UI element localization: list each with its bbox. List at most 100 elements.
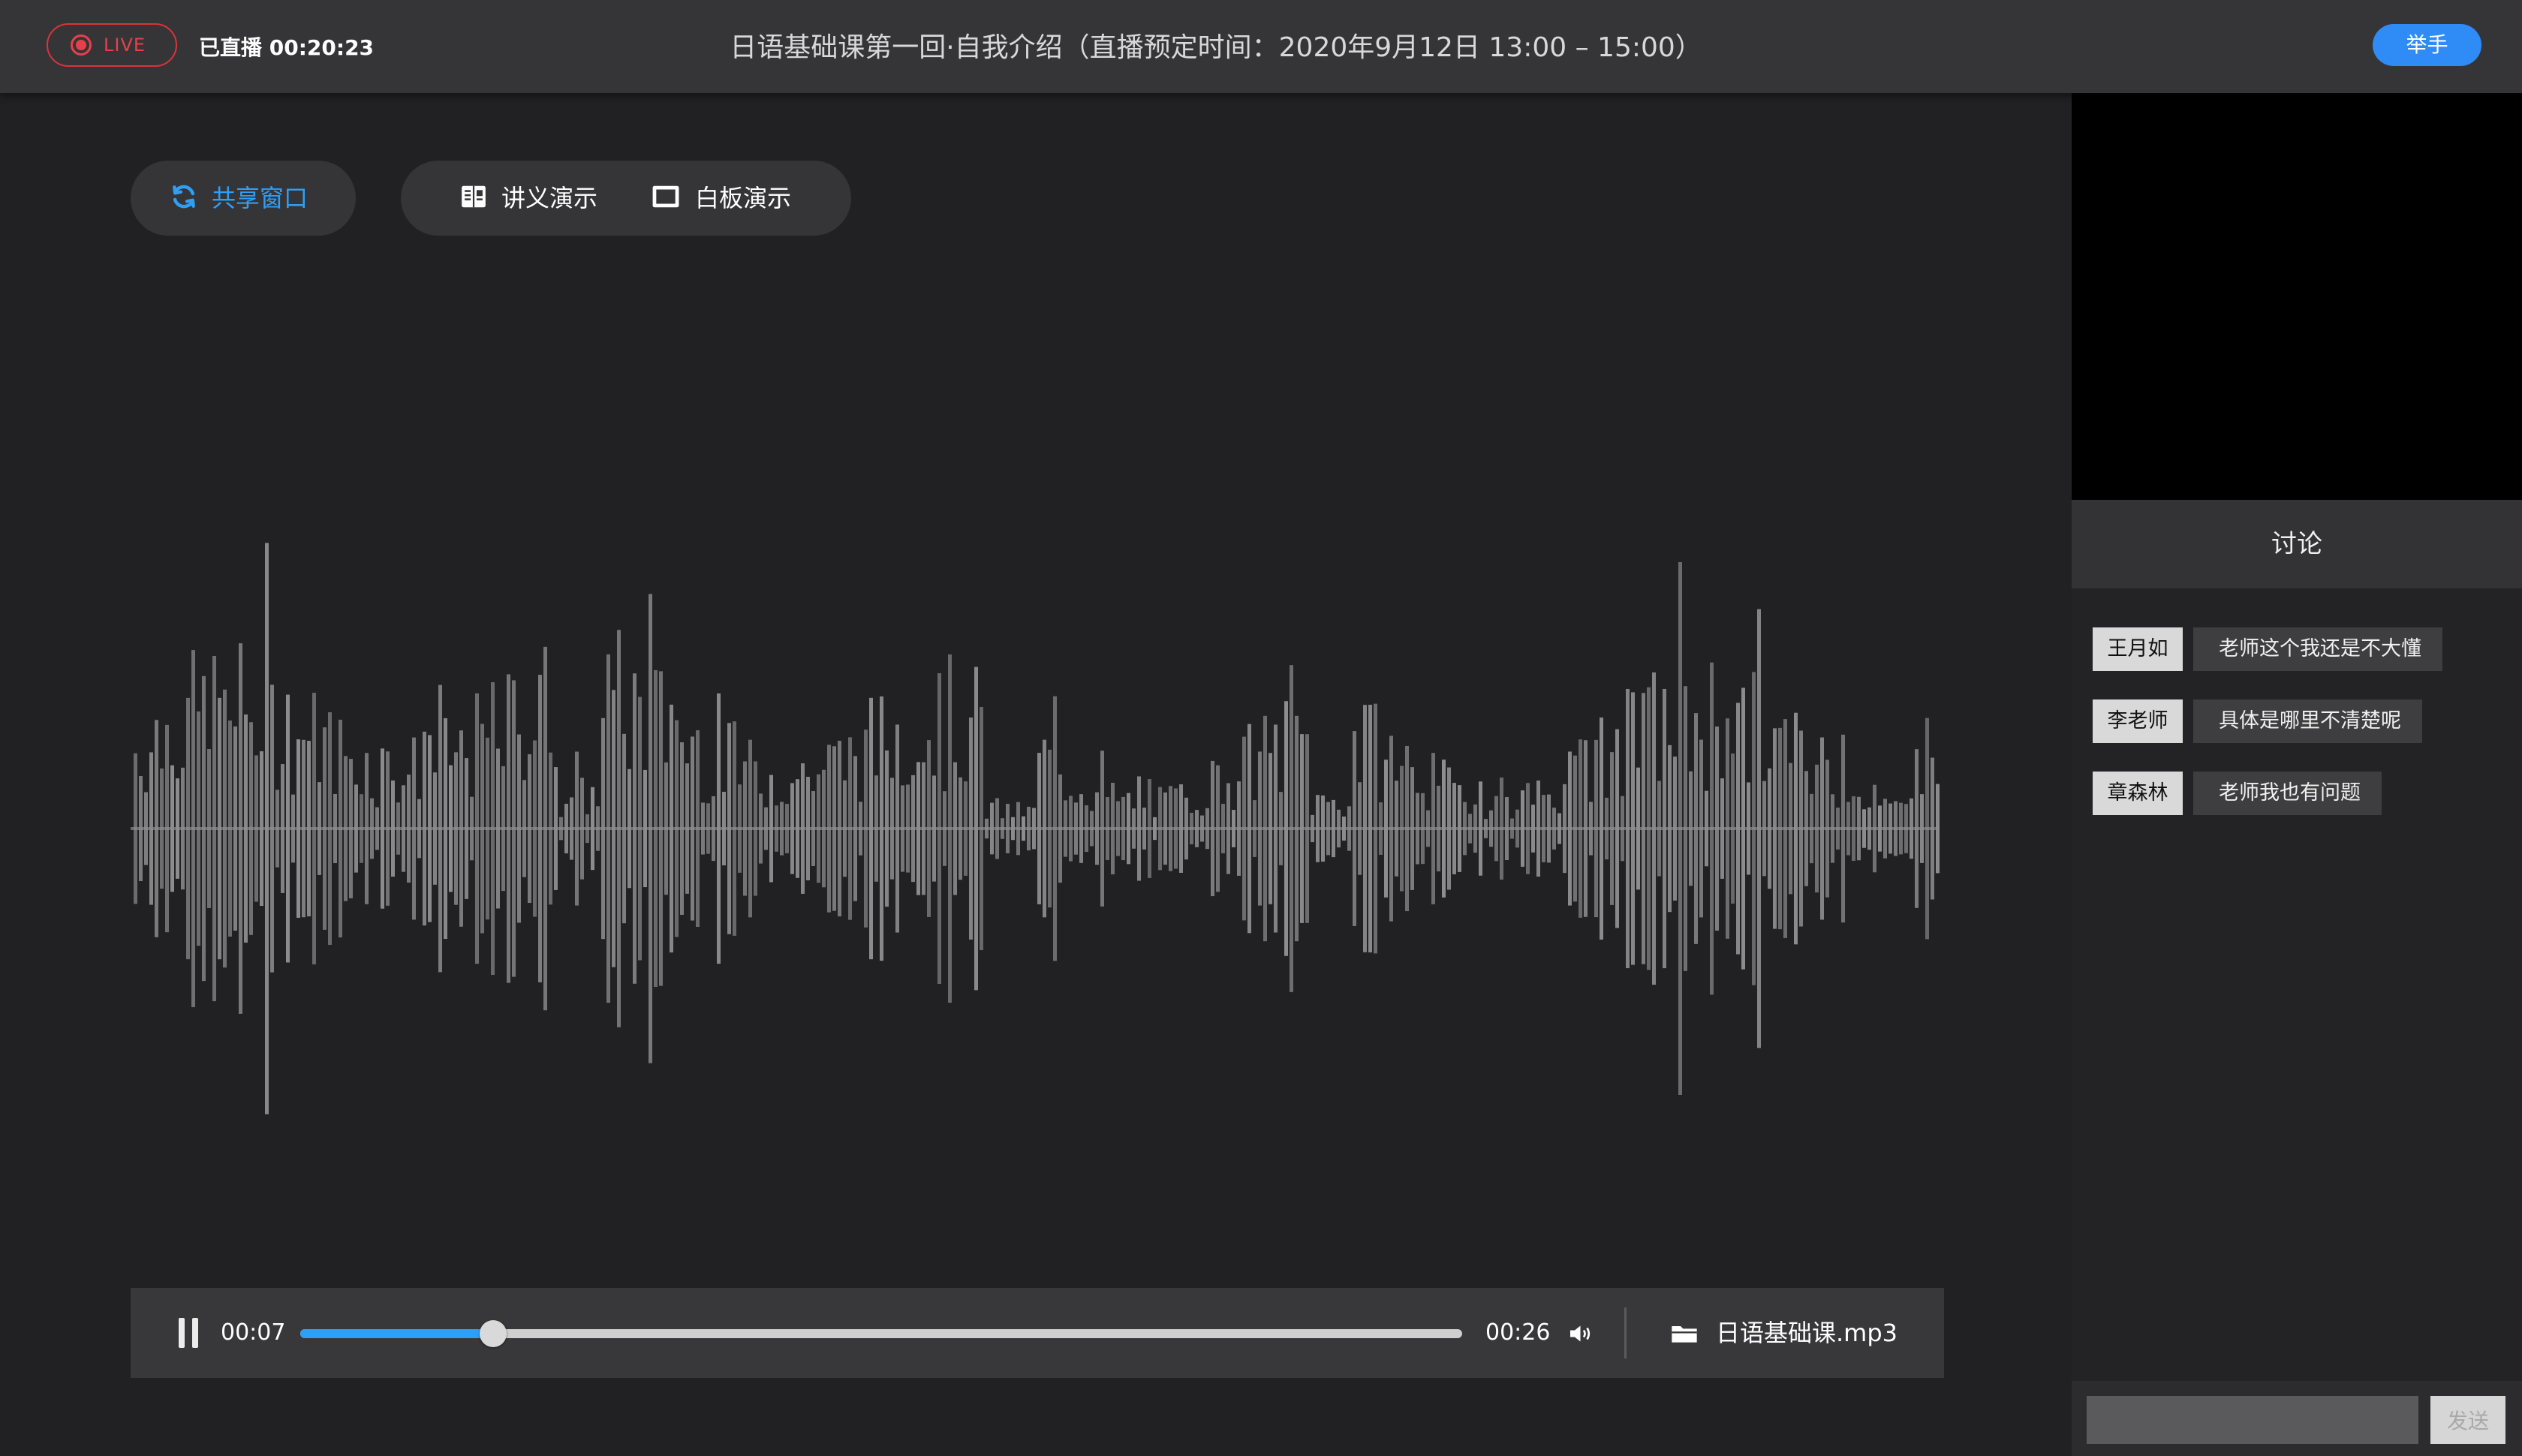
waveform-bar xyxy=(1332,799,1335,858)
waveform-bar xyxy=(680,742,684,915)
waveform-bar xyxy=(1910,798,1913,859)
waveform-bar xyxy=(365,753,369,904)
waveform-bar xyxy=(354,784,358,873)
waveform-bar xyxy=(748,739,752,918)
waveform-bar xyxy=(1899,802,1903,855)
waveform-bar xyxy=(1211,760,1214,897)
waveform-bar xyxy=(1878,805,1882,852)
waveform-bar xyxy=(1011,817,1015,841)
progress-track[interactable] xyxy=(300,1320,1462,1347)
waveform-bar xyxy=(659,671,663,986)
waveform-bar xyxy=(1174,788,1178,869)
waveform-bar xyxy=(1820,737,1824,920)
speaker-icon[interactable] xyxy=(1568,1322,1595,1348)
waveform-bar xyxy=(948,654,952,1003)
waveform-bar xyxy=(1867,807,1871,850)
waveform-bar xyxy=(1752,672,1756,985)
waveform-bar xyxy=(538,675,542,982)
waveform-bar xyxy=(1447,767,1451,890)
waveform-bar xyxy=(1936,784,1940,874)
file-name[interactable]: 日语基础课.mp3 xyxy=(1716,1316,1898,1349)
chat-input[interactable] xyxy=(2087,1396,2418,1444)
waveform-bar xyxy=(1489,810,1493,847)
waveform-bar xyxy=(1794,712,1798,945)
waveform-bar xyxy=(1179,784,1183,873)
waveform-bar xyxy=(412,737,416,920)
waveform-bar xyxy=(1022,816,1025,841)
waveform-bar xyxy=(1768,768,1771,889)
waveform-bar xyxy=(1190,813,1193,844)
progress-fill xyxy=(300,1329,493,1338)
waveform-bar xyxy=(1253,800,1256,857)
waveform-bar xyxy=(433,772,437,885)
waveform-bar xyxy=(806,777,810,880)
waveform-bar xyxy=(1510,818,1514,839)
waveform-bar xyxy=(1053,696,1057,961)
waveform-bar xyxy=(197,711,200,946)
waveform-bar xyxy=(1232,810,1235,847)
whiteboard-mode-button[interactable]: 白板演示 xyxy=(650,182,791,214)
waveform-bar xyxy=(323,727,327,930)
waveform-bar xyxy=(1221,804,1225,853)
record-icon xyxy=(71,35,92,56)
main-stage: 共享窗口 讲义演示 白板演示 00:07 00:26 日语基础课.mp3 xyxy=(0,93,2072,1456)
waveform-bar xyxy=(1689,771,1693,886)
waveform-bar xyxy=(1757,609,1761,1048)
waveform-bar xyxy=(1100,751,1104,907)
waveform-bar xyxy=(1410,767,1414,890)
waveform-bar xyxy=(743,761,747,896)
waveform-bar xyxy=(1074,802,1078,855)
waveform-bar xyxy=(507,674,510,983)
waveform-bar xyxy=(275,790,279,868)
waveform-bar xyxy=(160,768,164,889)
waveform-bar xyxy=(980,706,983,951)
waveform-bar xyxy=(1353,731,1356,926)
waveform-bar xyxy=(480,723,484,934)
waveform-bar xyxy=(869,697,873,960)
waveform-bar xyxy=(832,746,836,911)
waveform-bar xyxy=(1684,686,1687,971)
waveform-bar xyxy=(1195,810,1199,847)
waveform-bar xyxy=(1384,760,1388,898)
waveform-bar xyxy=(449,765,453,892)
waveform-bar xyxy=(1342,816,1346,841)
progress-handle[interactable] xyxy=(479,1320,507,1347)
share-window-button[interactable]: 共享窗口 xyxy=(131,161,356,236)
waveform-bar xyxy=(1148,779,1151,878)
waveform-bar xyxy=(1468,814,1472,844)
waveform-bar xyxy=(533,740,537,917)
waveform-bar xyxy=(969,717,973,940)
send-button[interactable]: 发送 xyxy=(2430,1396,2505,1444)
waveform-bar xyxy=(1894,801,1898,856)
waveform-bar xyxy=(859,802,862,856)
chat-user: 王月如 xyxy=(2093,627,2183,671)
waveform-bar xyxy=(339,719,342,938)
lecture-mode-button[interactable]: 讲义演示 xyxy=(459,182,597,214)
waveform-bar xyxy=(1536,780,1540,877)
side-panel: 讨论 王月如 老师这个我还是不大懂 李老师 具体是哪里不清楚呢 章森林 老师我也… xyxy=(2072,93,2522,1456)
waveform-bar xyxy=(691,736,694,921)
waveform-bar xyxy=(1153,817,1157,841)
waveform-bar xyxy=(911,775,915,883)
waveform-bar xyxy=(496,748,500,909)
waveform-bar xyxy=(1710,662,1714,995)
waveform-bar xyxy=(696,730,700,928)
pause-icon[interactable] xyxy=(177,1318,201,1348)
document-icon xyxy=(459,182,488,214)
waveform-bar xyxy=(1521,790,1524,867)
waveform-bar xyxy=(223,689,227,968)
waveform-bar xyxy=(1085,805,1088,853)
waveform-bar xyxy=(296,739,300,918)
waveform-bar xyxy=(1001,818,1004,839)
waveform-bar xyxy=(874,775,878,882)
waveform-bar xyxy=(423,731,426,926)
waveform-bar xyxy=(601,717,605,940)
waveform-bar xyxy=(139,776,143,881)
waveform-bar xyxy=(916,762,920,895)
waveform-bar xyxy=(318,782,321,875)
waveform-bar xyxy=(633,673,637,984)
waveform-bar xyxy=(1442,760,1446,898)
raise-hand-button[interactable]: 举手 xyxy=(2373,24,2481,66)
waveform-bar xyxy=(1458,785,1461,872)
waveform-bar xyxy=(1904,804,1908,853)
